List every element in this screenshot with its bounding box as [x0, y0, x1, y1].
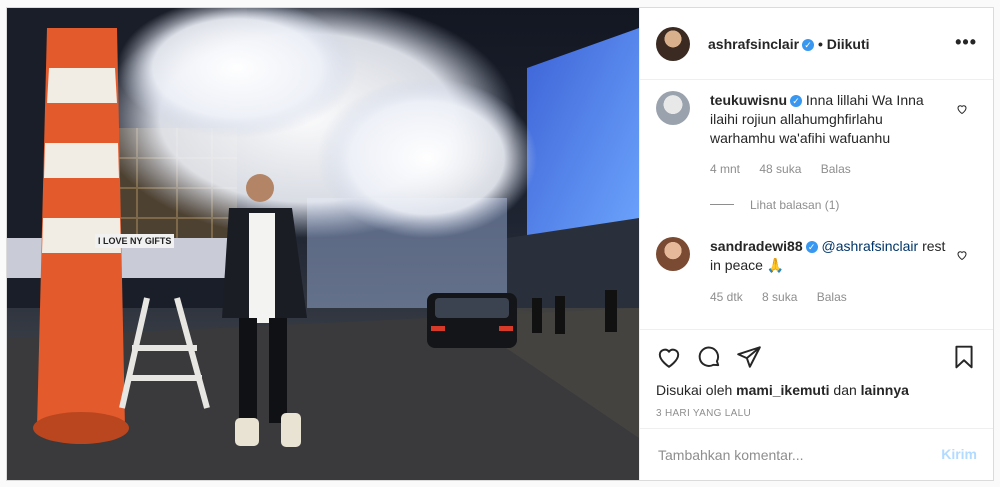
comment-time[interactable]: 45 dtk: [710, 290, 743, 304]
post-comment-button[interactable]: Kirim: [941, 446, 977, 462]
comment-likes[interactable]: 8 suka: [762, 290, 797, 304]
post-header: ashrafsinclair ✓ • Diikuti •••: [640, 8, 993, 80]
verified-badge-icon: ✓: [805, 241, 818, 253]
like-comment-heart-icon[interactable]: [956, 249, 968, 261]
post-actions: Disukai oleh mami_ikemuti dan lainnya 3 …: [640, 330, 993, 428]
post-timestamp[interactable]: 3 HARI YANG LALU: [656, 408, 751, 419]
author-line: ashrafsinclair ✓ • Diikuti: [708, 36, 870, 52]
likes-prefix: Disukai oleh: [656, 382, 733, 398]
author-avatar[interactable]: [656, 27, 690, 61]
comment-reply-button[interactable]: Balas: [821, 162, 851, 176]
likes-joiner: dan: [833, 382, 857, 398]
like-comment-heart-icon[interactable]: [956, 103, 968, 115]
post-photo[interactable]: I LOVE NY GIFTS: [7, 8, 639, 480]
comment-bubble-icon[interactable]: [696, 344, 722, 370]
comment-time[interactable]: 4 mnt: [710, 162, 740, 176]
comment-reply-button[interactable]: Balas: [817, 290, 847, 304]
post-sidebar: ashrafsinclair ✓ • Diikuti ••• teukuwisnu…: [639, 8, 993, 480]
comment-body: teukuwisnu ✓ Inna lillahi Wa Inna ilaihi …: [710, 91, 950, 148]
likes-user[interactable]: mami_ikemuti: [736, 382, 829, 398]
commenter-username[interactable]: teukuwisnu: [710, 92, 787, 108]
follow-status[interactable]: • Diikuti: [818, 36, 870, 52]
comment-mention[interactable]: @ashrafsinclair: [822, 238, 919, 254]
comments-list: teukuwisnu ✓ Inna lillahi Wa Inna ilaihi …: [640, 80, 993, 330]
commenter-avatar[interactable]: [656, 91, 690, 125]
comment-body: sandradewi88 ✓ @ashrafsinclair rest in pe…: [710, 237, 950, 275]
author-username[interactable]: ashrafsinclair: [708, 36, 799, 52]
likes-summary: Disukai oleh mami_ikemuti dan lainnya: [656, 382, 909, 398]
share-send-icon[interactable]: [736, 344, 762, 370]
view-replies-button[interactable]: Lihat balasan (1): [710, 198, 839, 212]
more-dots-icon[interactable]: •••: [955, 32, 977, 53]
commenter-username[interactable]: sandradewi88: [710, 238, 803, 254]
verified-badge-icon: ✓: [790, 95, 803, 107]
comment-input[interactable]: [656, 443, 920, 467]
post-dialog: I LOVE NY GIFTS ashrafsinclair ✓ • Diikut…: [6, 7, 994, 481]
comment-meta: 45 dtk 8 suka Balas: [710, 290, 863, 304]
add-comment-bar: Kirim: [640, 428, 993, 480]
view-replies-label: Lihat balasan (1): [750, 198, 840, 212]
store-sign: I LOVE NY GIFTS: [95, 234, 175, 248]
likes-others[interactable]: lainnya: [861, 382, 909, 398]
like-heart-icon[interactable]: [656, 344, 682, 370]
comment-likes[interactable]: 48 suka: [759, 162, 801, 176]
comment-meta: 4 mnt 48 suka Balas: [710, 162, 867, 176]
save-bookmark-icon[interactable]: [951, 344, 977, 370]
verified-badge-icon: ✓: [802, 39, 815, 51]
commenter-avatar[interactable]: [656, 237, 690, 271]
replies-divider: [710, 204, 734, 205]
